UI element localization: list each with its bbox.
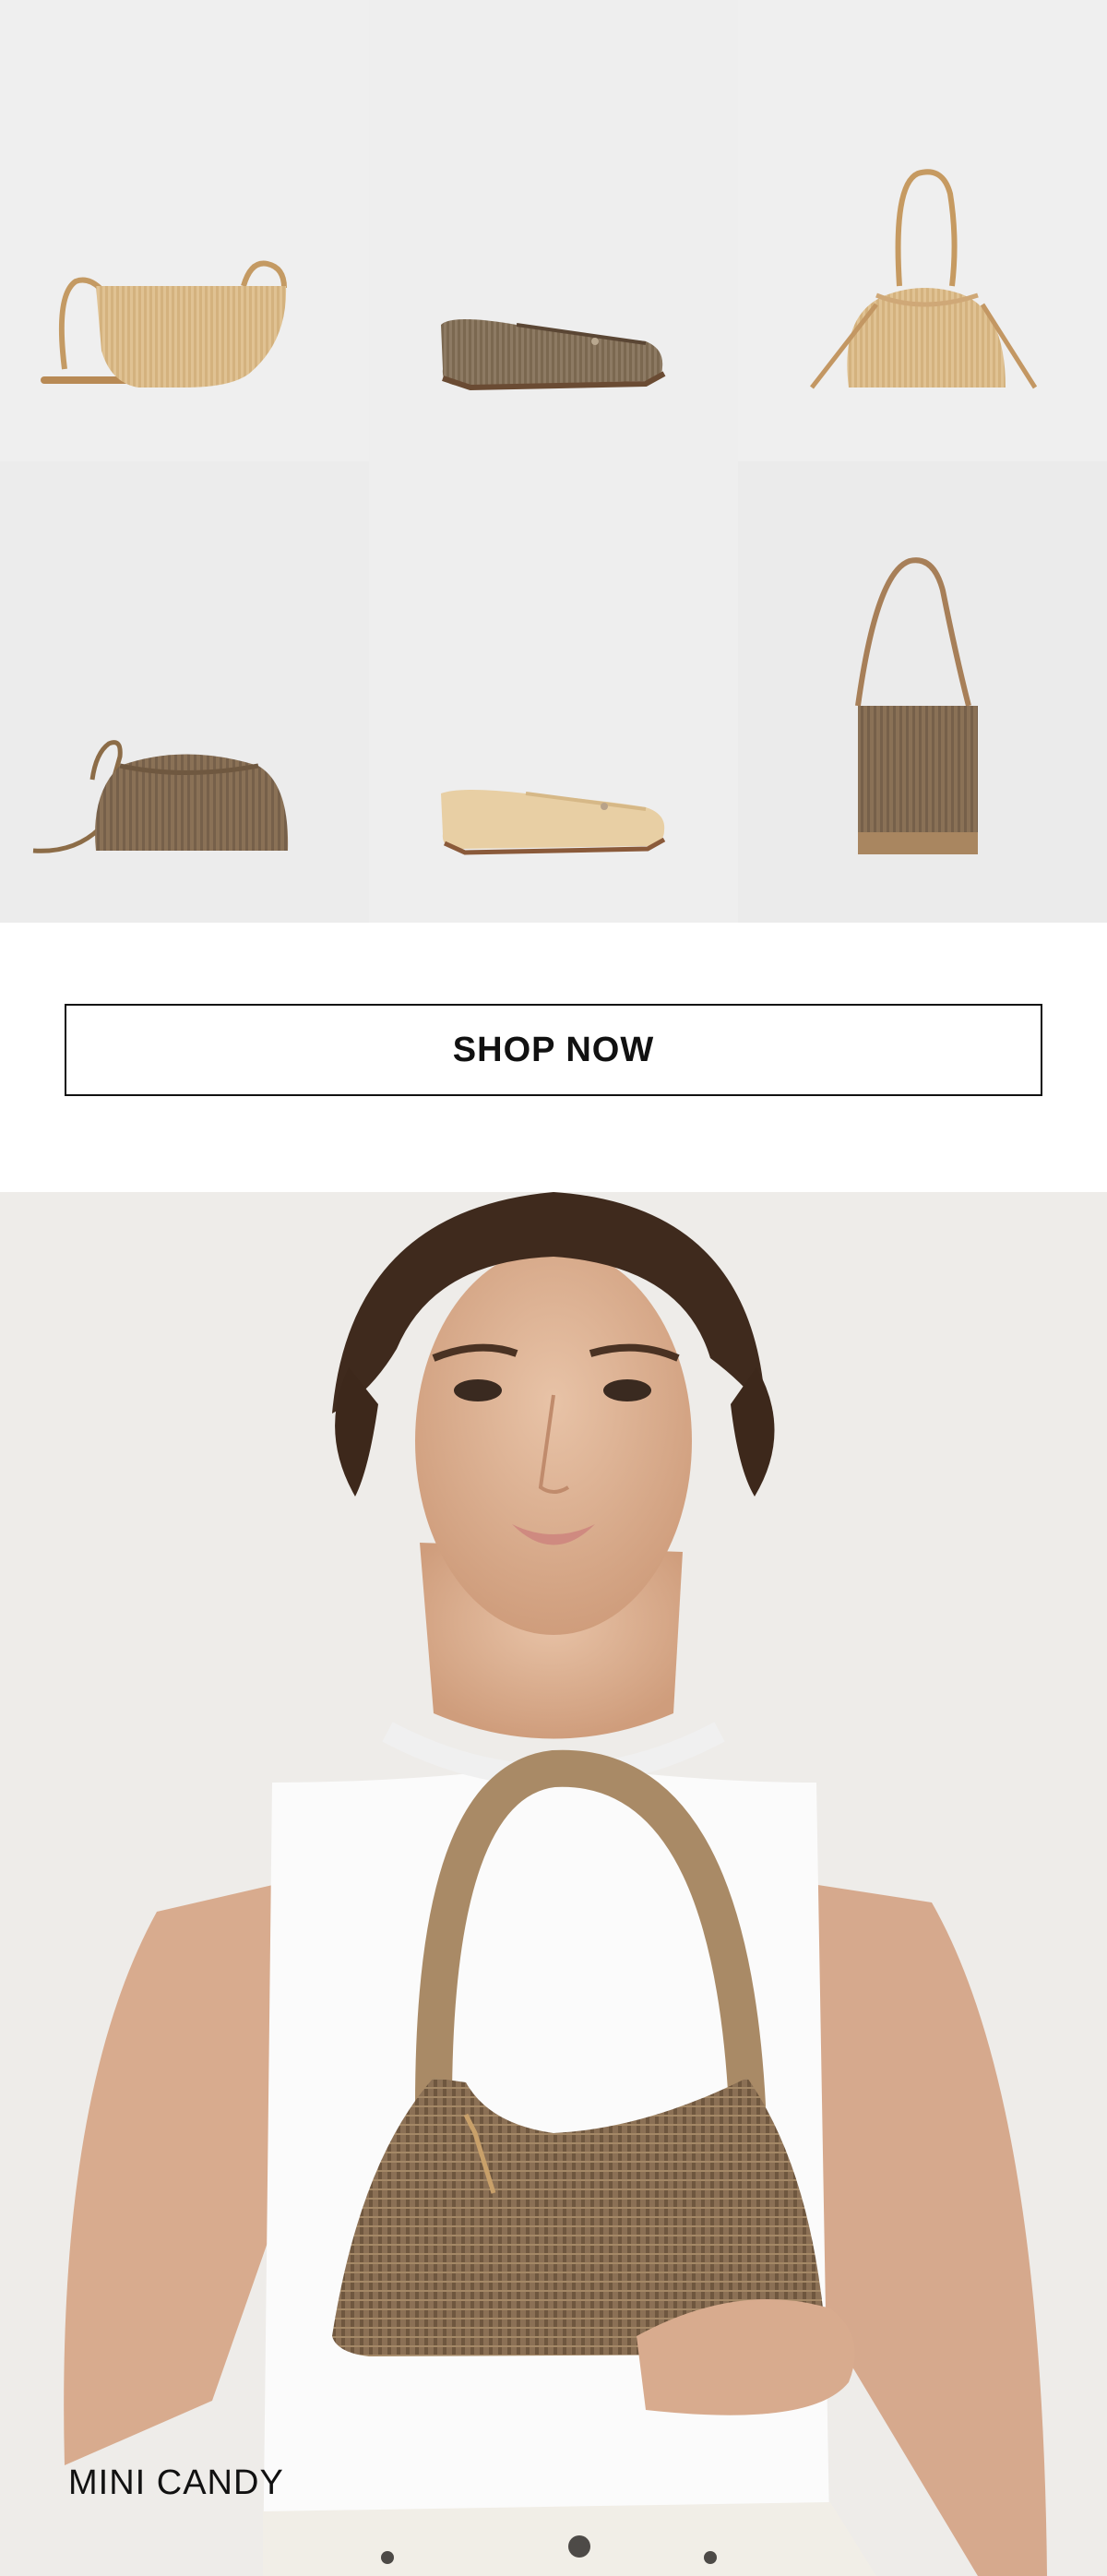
raffia-flat-image <box>441 790 666 855</box>
model-with-bag-image <box>0 1192 1107 2576</box>
hero-caption: MINI CANDY <box>68 2463 284 2502</box>
product-tile-drawstring-bag[interactable] <box>738 0 1107 461</box>
drawstring-bag-image <box>810 169 1038 389</box>
shop-now-button[interactable]: SHOP NOW <box>65 1004 1042 1096</box>
woven-tote-image <box>855 557 978 854</box>
cta-section: SHOP NOW <box>0 923 1107 1192</box>
half-moon-bag-image <box>41 260 287 388</box>
product-tile-woven-tote[interactable] <box>738 461 1107 923</box>
hero-banner[interactable]: MINI CANDY <box>0 1192 1107 2576</box>
product-tile-half-moon-bag[interactable] <box>0 0 369 461</box>
woven-flat-image <box>441 319 666 391</box>
product-tile-raffia-flat[interactable] <box>369 461 738 923</box>
cloud-clutch-image <box>32 740 289 853</box>
product-tile-woven-flat[interactable] <box>369 0 738 461</box>
product-tile-cloud-clutch[interactable] <box>0 461 369 923</box>
product-grid <box>0 0 1107 923</box>
